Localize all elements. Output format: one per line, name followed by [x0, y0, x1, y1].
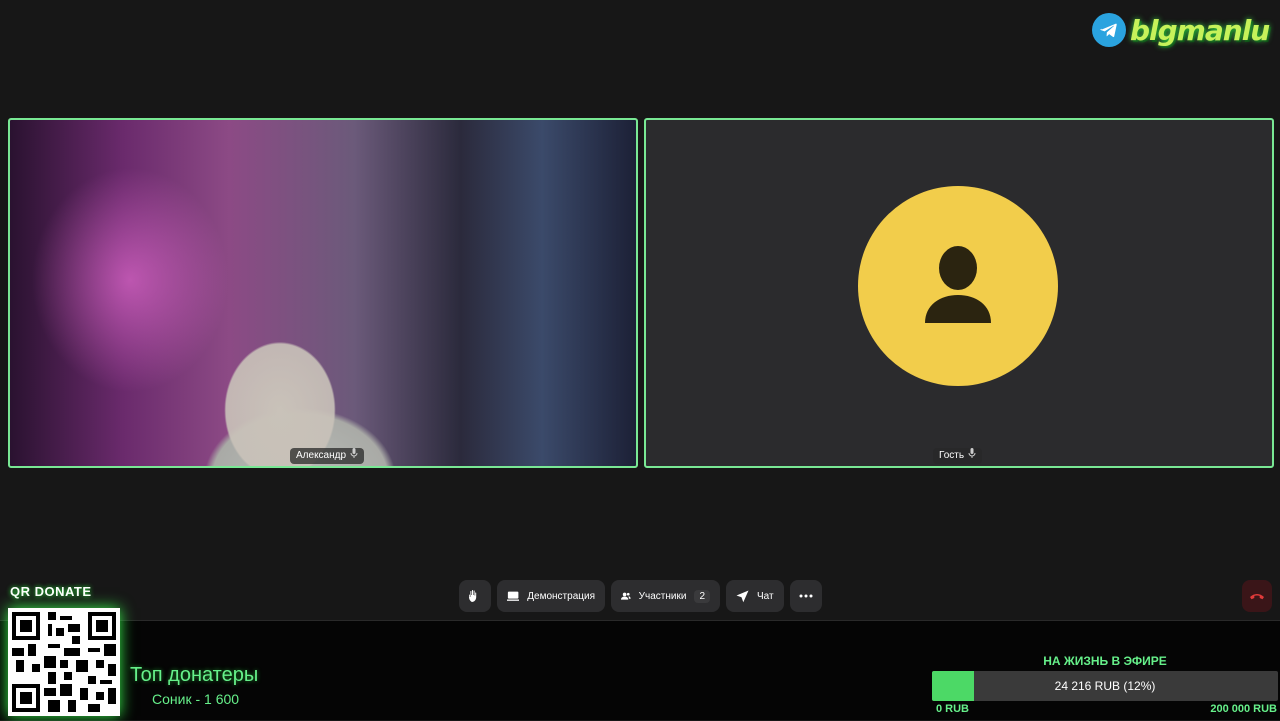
participant-name-tag: Гость — [933, 448, 983, 464]
mic-icon — [968, 448, 976, 464]
more-button[interactable] — [790, 580, 822, 612]
donation-goal-progress: 24 216 RUB (12%) — [932, 671, 1278, 701]
donation-goal-amount: 24 216 RUB (12%) — [1054, 679, 1156, 693]
participants-count: 2 — [694, 589, 710, 603]
top-donor-entry: Соник - 1 600 — [152, 691, 240, 707]
mic-icon — [350, 448, 358, 464]
more-icon — [799, 594, 813, 598]
participant-name: Александр — [296, 450, 347, 461]
participants-label: Участники — [638, 590, 687, 602]
hand-icon — [469, 589, 477, 602]
participant-tile-guest[interactable]: Гость — [644, 118, 1274, 468]
screen-share-label: Демонстрация — [527, 590, 595, 602]
call-toolbar: Демонстрация Участники 2 Чат — [0, 580, 1280, 612]
logo-text: blgmanlu — [1130, 13, 1270, 47]
donation-goal-title: НА ЖИЗНЬ В ЭФИРЕ — [1043, 654, 1167, 668]
end-call-button[interactable] — [1242, 580, 1272, 612]
top-donors-title: Топ донатеры — [130, 664, 259, 686]
participants-icon — [621, 592, 631, 600]
qr-donate-label: QR DONATE — [10, 584, 92, 599]
send-icon — [736, 590, 749, 602]
guest-avatar — [858, 186, 1058, 386]
screen-share-button[interactable]: Демонстрация — [497, 580, 605, 612]
chat-button[interactable]: Чат — [726, 580, 784, 612]
person-icon — [925, 246, 991, 323]
donation-goal-min: 0 RUB — [936, 703, 970, 715]
participants-button[interactable]: Участники 2 — [611, 580, 720, 612]
chat-label: Чат — [757, 590, 774, 602]
screen-share-icon — [507, 591, 520, 601]
participant-name: Гость — [939, 450, 965, 461]
participant-tile-video[interactable]: Александр — [8, 118, 638, 468]
participant-name-tag: Александр — [290, 448, 365, 464]
phone-hangup-icon — [1250, 594, 1264, 600]
donation-goal-max: 200 000 RUB — [1210, 703, 1277, 715]
channel-logo: blgmanlu — [1092, 8, 1272, 52]
telegram-icon — [1092, 13, 1126, 47]
video-call-window: blgmanlu Александр Гость Демонстрация Уч… — [0, 0, 1280, 621]
raise-hand-button[interactable] — [459, 580, 491, 612]
qr-code[interactable] — [8, 608, 120, 716]
